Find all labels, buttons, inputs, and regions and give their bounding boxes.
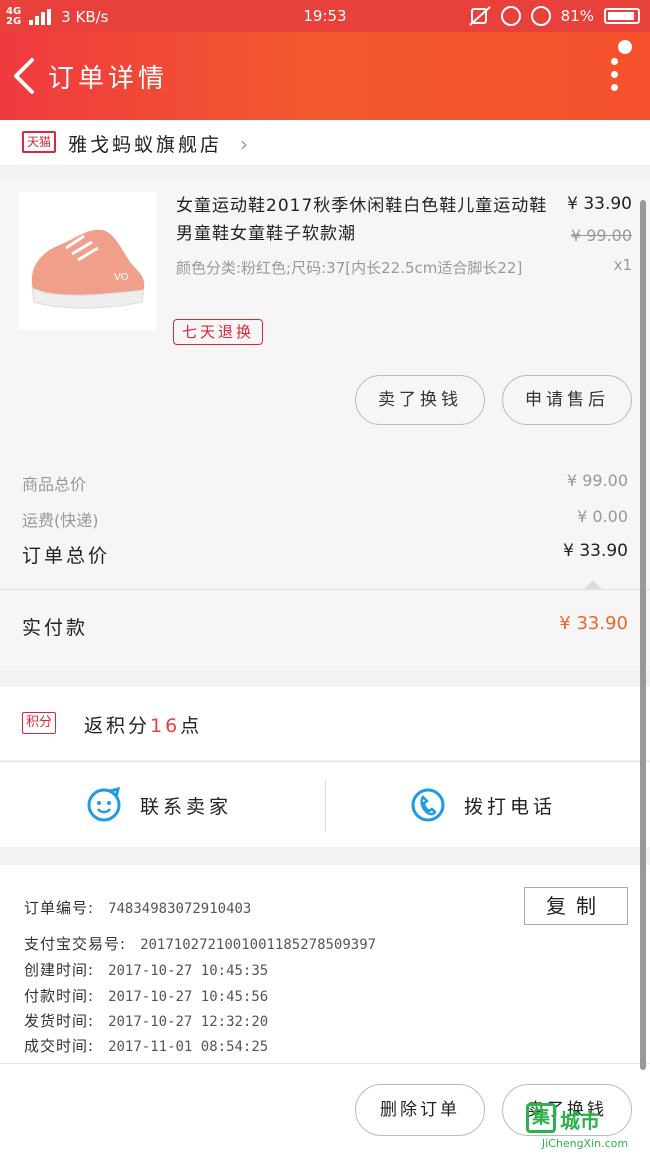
mute-icon bbox=[468, 6, 491, 26]
scrollbar[interactable] bbox=[640, 200, 646, 1070]
watermark-logo: 集 城市 JiChengXin.com bbox=[526, 1103, 644, 1151]
order-number-label: 订单编号: bbox=[24, 899, 95, 917]
product-sku: 颜色分类:粉红色;尺码:37[内长22.5cm适合脚长22] bbox=[176, 259, 523, 277]
done-time-value: 2017-11-01 08:54:25 bbox=[108, 1039, 269, 1055]
call-phone-button[interactable]: 拨打电话 bbox=[410, 762, 556, 848]
product-quantity: x1 bbox=[613, 256, 632, 274]
points-text: 返积分16点 bbox=[84, 711, 202, 738]
product-original-price: ¥ 99.00 bbox=[570, 226, 632, 245]
contact-seller-button[interactable]: 联系卖家 bbox=[86, 762, 232, 848]
delete-order-button[interactable]: 删除订单 bbox=[355, 1084, 485, 1136]
points-row: 积分 返积分16点 bbox=[0, 687, 650, 760]
resell-button[interactable]: 卖了换钱 bbox=[355, 375, 485, 425]
copy-button[interactable]: 复制 bbox=[524, 887, 628, 925]
alipay-number-row: 支付宝交易号: 2017102721001001185278509397 bbox=[24, 933, 376, 954]
battery-percent: 81% bbox=[560, 7, 594, 25]
status-right: 81% bbox=[468, 6, 640, 26]
contact-bar: 联系卖家 拨打电话 bbox=[0, 761, 650, 847]
alipay-number-label: 支付宝交易号: bbox=[24, 935, 127, 953]
status-bar: 4G 2G 3 KB/s 19:53 81% bbox=[0, 0, 650, 32]
product-image[interactable]: VO bbox=[18, 192, 156, 330]
shipped-time-row: 发货时间: 2017-10-27 12:32:20 bbox=[24, 1010, 268, 1031]
chat-smile-icon bbox=[87, 787, 121, 822]
svg-text:VO: VO bbox=[114, 272, 129, 283]
after-sale-button[interactable]: 申请售后 bbox=[502, 375, 632, 425]
paid-time-row: 付款时间: 2017-10-27 10:45:56 bbox=[24, 985, 268, 1006]
watermark-text: 城市 bbox=[560, 1109, 600, 1133]
goods-total-label: 商品总价 bbox=[22, 475, 87, 494]
shop-name: 雅戈蚂蚁旗舰店 bbox=[68, 134, 223, 156]
created-time-label: 创建时间: bbox=[24, 961, 95, 979]
shipped-time-label: 发货时间: bbox=[24, 1012, 95, 1030]
order-total-value: ¥ 33.90 bbox=[563, 541, 628, 561]
shipped-time-value: 2017-10-27 12:32:20 bbox=[108, 1014, 269, 1030]
divider bbox=[0, 589, 650, 590]
caret-up-icon bbox=[584, 580, 602, 589]
done-time-row: 成交时间: 2017-11-01 08:54:25 bbox=[24, 1035, 268, 1056]
order-totals: 商品总价 ¥ 99.00 运费(快递) ¥ 0.00 订单总价 ¥ 33.90 … bbox=[0, 445, 650, 670]
contact-seller-label: 联系卖家 bbox=[140, 795, 233, 818]
alarm-icon bbox=[530, 6, 551, 26]
order-total-label: 订单总价 bbox=[22, 545, 111, 567]
order-number-row: 订单编号: 7483498307291040З bbox=[24, 897, 251, 918]
notification-dot bbox=[618, 40, 632, 54]
shipping-label: 运费(快递) bbox=[22, 511, 99, 530]
points-suffix: 点 bbox=[180, 715, 203, 737]
seven-day-return-tag: 七天退换 bbox=[173, 319, 264, 345]
nav-bar: 订单详情 bbox=[0, 32, 650, 120]
product-card[interactable]: VO 女童运动鞋2017秋季休闲鞋白色鞋儿童运动鞋男童鞋女童鞋子软款潮 颜色分类… bbox=[0, 180, 650, 445]
tmall-badge: 天猫 bbox=[22, 131, 57, 153]
points-prefix: 返积分 bbox=[84, 715, 151, 737]
paid-label: 实付款 bbox=[22, 617, 89, 639]
page-title: 订单详情 bbox=[48, 64, 169, 94]
paid-time-value: 2017-10-27 10:45:56 bbox=[108, 989, 269, 1005]
watermark-url: JiChengXin.com bbox=[541, 1137, 629, 1150]
points-count: 16 bbox=[150, 715, 181, 737]
divider bbox=[325, 780, 326, 832]
chevron-right-icon: › bbox=[240, 132, 248, 156]
shop-row[interactable]: 天猫 雅戈蚂蚁旗舰店 › bbox=[0, 120, 650, 165]
phone-icon bbox=[411, 788, 445, 822]
paid-time-label: 付款时间: bbox=[24, 987, 95, 1005]
battery-icon bbox=[604, 8, 640, 24]
done-time-label: 成交时间: bbox=[24, 1037, 95, 1055]
product-title[interactable]: 女童运动鞋2017秋季休闲鞋白色鞋儿童运动鞋男童鞋女童鞋子软款潮 bbox=[176, 192, 561, 248]
points-badge: 积分 bbox=[22, 712, 57, 734]
back-arrow-icon[interactable] bbox=[6, 52, 46, 100]
goods-total-value: ¥ 99.00 bbox=[566, 471, 628, 490]
shipping-value: ¥ 0.00 bbox=[577, 507, 628, 526]
paid-value: ¥ 33.90 bbox=[559, 613, 628, 634]
order-info: 订单编号: 7483498307291040З 复制 支付宝交易号: 2017102… bbox=[0, 865, 650, 1063]
created-time-value: 2017-10-27 10:45:35 bbox=[108, 963, 269, 979]
watermark-icon: 集 bbox=[526, 1103, 556, 1133]
lock-rotation-icon bbox=[500, 6, 521, 26]
product-price: ¥ 33.90 bbox=[567, 194, 632, 214]
alipay-number-value: 2017102721001001185278509397 bbox=[140, 937, 377, 953]
more-options-icon[interactable] bbox=[610, 58, 620, 94]
order-number-value: 7483498307291040З bbox=[108, 901, 252, 917]
created-time-row: 创建时间: 2017-10-27 10:45:35 bbox=[24, 959, 268, 980]
call-phone-label: 拨打电话 bbox=[464, 795, 557, 818]
shoe-image: VO bbox=[31, 229, 145, 309]
